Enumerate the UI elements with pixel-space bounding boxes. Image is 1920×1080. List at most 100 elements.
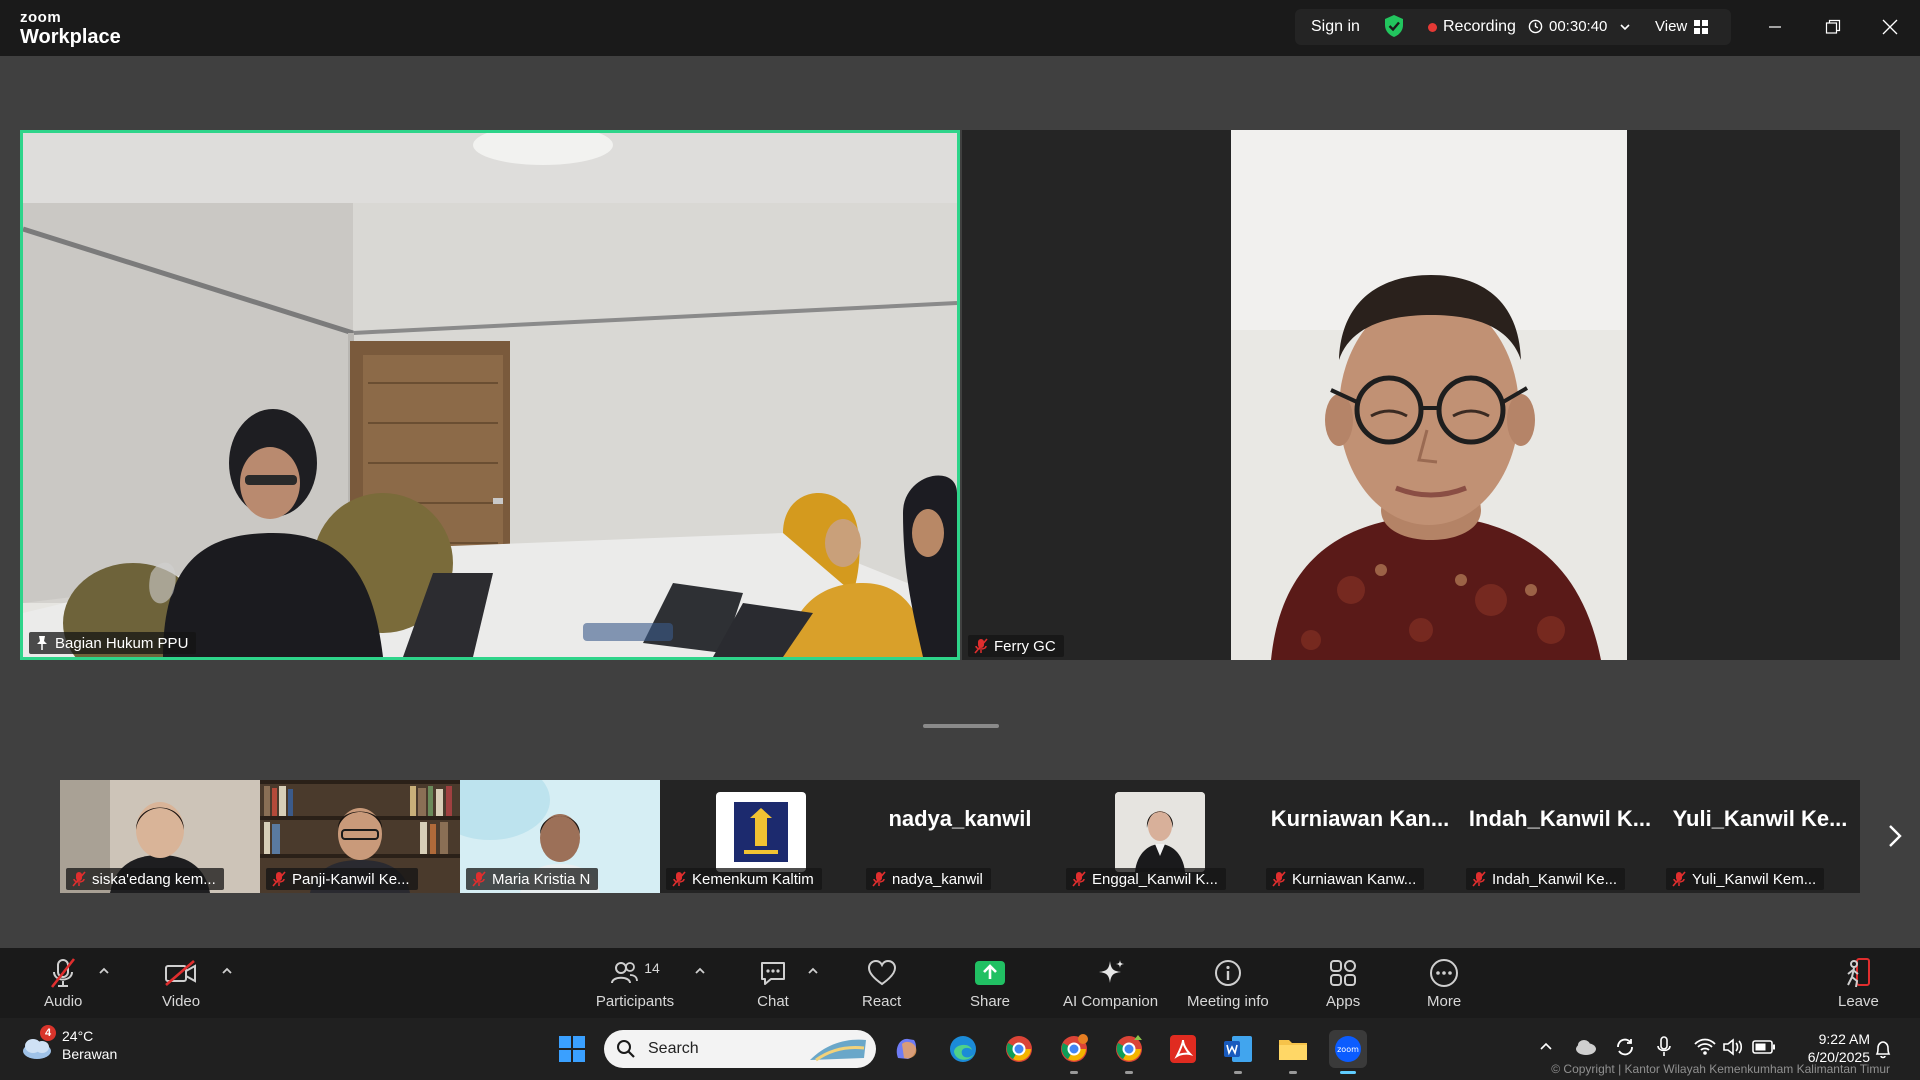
word-app[interactable]: [1219, 1030, 1257, 1074]
emblem-icon: [734, 802, 788, 862]
meeting-info-label: Meeting info: [1187, 993, 1269, 1010]
participant-name: Enggal_Kanwil K...: [1092, 870, 1218, 888]
apps-button[interactable]: Apps: [1326, 956, 1360, 1010]
audio-options-caret[interactable]: [97, 964, 113, 980]
ai-companion-button[interactable]: AI Companion: [1063, 956, 1158, 1010]
strip-tile-enggal[interactable]: Enggal_Kanwil K...: [1060, 780, 1260, 893]
strip-tile-indah[interactable]: Indah_Kanwil K... Indah_Kanwil Ke...: [1460, 780, 1660, 893]
chrome-update-app[interactable]: [1110, 1030, 1148, 1074]
chevron-up-icon: [808, 967, 818, 974]
chat-label: Chat: [757, 993, 789, 1010]
copilot-app[interactable]: [888, 1030, 926, 1068]
video-button[interactable]: Video: [162, 956, 200, 1010]
onedrive-tray[interactable]: [1574, 1036, 1598, 1061]
strip-tile-maria[interactable]: Maria Kristia N: [460, 780, 660, 893]
participants-icon: [611, 962, 639, 984]
apps-label: Apps: [1326, 993, 1361, 1010]
wifi-tray[interactable]: [1694, 1038, 1716, 1061]
sparkle-icon: [1094, 956, 1128, 990]
running-indicator: [1234, 1071, 1242, 1074]
participant-name: Bagian Hukum PPU: [55, 634, 189, 652]
view-label: View: [1655, 18, 1688, 35]
chat-button[interactable]: Chat: [756, 956, 790, 1010]
resize-handle[interactable]: [923, 724, 999, 728]
folder-icon: [1279, 1040, 1307, 1060]
minimize-button[interactable]: [1762, 14, 1788, 40]
acrobat-app[interactable]: [1164, 1030, 1202, 1068]
active-indicator: [1340, 1071, 1356, 1074]
mic-muted-icon: [472, 871, 486, 887]
start-button[interactable]: [553, 1030, 591, 1068]
mic-muted-icon: [272, 871, 286, 887]
tile-name-label: Maria Kristia N: [466, 868, 599, 890]
audio-button[interactable]: Audio: [44, 956, 82, 1010]
close-button[interactable]: [1877, 14, 1903, 40]
battery-icon: [1752, 1040, 1775, 1054]
mic-muted-icon: [1272, 871, 1286, 887]
video-label: Video: [162, 993, 201, 1010]
video-tile-ferry-gc[interactable]: Ferry GC: [962, 130, 1900, 660]
strip-tile-kemenkum-kaltim[interactable]: Kemenkum Kaltim: [660, 780, 860, 893]
file-explorer-app[interactable]: [1274, 1030, 1312, 1074]
participant-name: nadya_kanwil: [892, 870, 983, 888]
clock[interactable]: 9:22 AM 6/20/2025: [1786, 1030, 1870, 1066]
share-button[interactable]: Share: [970, 956, 1010, 1010]
weather-widget[interactable]: 4 24°C Berawan: [20, 1024, 117, 1063]
meeting-timer[interactable]: 00:30:40: [1528, 18, 1631, 35]
search-icon: [617, 1040, 635, 1058]
mic-muted-icon: [1072, 871, 1086, 887]
react-button[interactable]: React: [862, 956, 901, 1010]
more-button[interactable]: More: [1427, 956, 1461, 1010]
next-page-button[interactable]: [1880, 818, 1910, 854]
title-bar: zoom Workplace Sign in Recording 00:30:4…: [0, 0, 1920, 56]
edge-app[interactable]: [944, 1030, 982, 1068]
info-icon: [1211, 956, 1245, 990]
meeting-info-button[interactable]: Meeting info: [1187, 956, 1269, 1010]
strip-tile-siska[interactable]: siska'edang kem...: [60, 780, 260, 893]
chrome-profile-app[interactable]: [1055, 1030, 1093, 1074]
weather-badge: 4: [40, 1024, 56, 1041]
video-tile-bagian-hukum-ppu[interactable]: Bagian Hukum PPU: [20, 130, 960, 660]
show-hidden-icons[interactable]: [1538, 1038, 1554, 1059]
audio-label: Audio: [44, 993, 83, 1010]
recording-indicator[interactable]: Recording: [1428, 18, 1516, 36]
mic-tray[interactable]: [1656, 1036, 1672, 1063]
tile-name-label: Kurniawan Kanw...: [1266, 868, 1425, 890]
room-video-feed: [23, 133, 957, 657]
zoom-workplace-logo: zoom Workplace: [20, 10, 121, 47]
view-button[interactable]: View: [1655, 18, 1709, 35]
chevron-down-icon: [1620, 23, 1630, 30]
ferry-video-feed: [1231, 130, 1627, 660]
sync-tray[interactable]: [1614, 1036, 1636, 1063]
strip-tile-panji[interactable]: Panji-Kanwil Ke...: [260, 780, 460, 893]
leave-button[interactable]: Leave: [1838, 956, 1879, 1010]
participants-options-caret[interactable]: [693, 964, 709, 980]
participants-icon-group: 14: [595, 956, 675, 990]
search-box[interactable]: Search: [604, 1030, 876, 1068]
battery-tray[interactable]: [1752, 1039, 1776, 1060]
chat-options-caret[interactable]: [806, 964, 822, 980]
participant-display-name: nadya_kanwil: [888, 806, 1032, 831]
strip-tile-yuli[interactable]: Yuli_Kanwil Ke... Yuli_Kanwil Kem...: [1660, 780, 1860, 893]
strip-tile-nadya[interactable]: nadya_kanwil nadya_kanwil: [860, 780, 1060, 893]
chrome-app[interactable]: [1000, 1030, 1038, 1068]
volume-tray[interactable]: [1722, 1038, 1744, 1061]
restore-button[interactable]: [1820, 14, 1846, 40]
react-label: React: [862, 993, 902, 1010]
chrome-update-icon: [1116, 1035, 1142, 1062]
security-shield-icon[interactable]: [1383, 14, 1405, 38]
logo-small: zoom: [20, 9, 62, 26]
mic-muted-icon: [72, 871, 86, 887]
leave-icon: [1841, 956, 1875, 990]
participants-button[interactable]: 14 Participants: [595, 956, 675, 1010]
logo-big: Workplace: [20, 26, 121, 48]
cloud-sync-icon: [1576, 1040, 1596, 1055]
video-options-caret[interactable]: [220, 964, 236, 980]
strip-tile-kurniawan[interactable]: Kurniawan Kan... Kurniawan Kanw...: [1260, 780, 1460, 893]
participant-name: Kurniawan Kanw...: [1292, 870, 1417, 888]
zoom-app[interactable]: zoom: [1329, 1030, 1367, 1074]
sign-in-button[interactable]: Sign in: [1311, 18, 1360, 36]
acrobat-icon: [1170, 1035, 1196, 1063]
tile-name-label: Ferry GC: [968, 635, 1064, 657]
speaker-icon: [1723, 1038, 1743, 1056]
